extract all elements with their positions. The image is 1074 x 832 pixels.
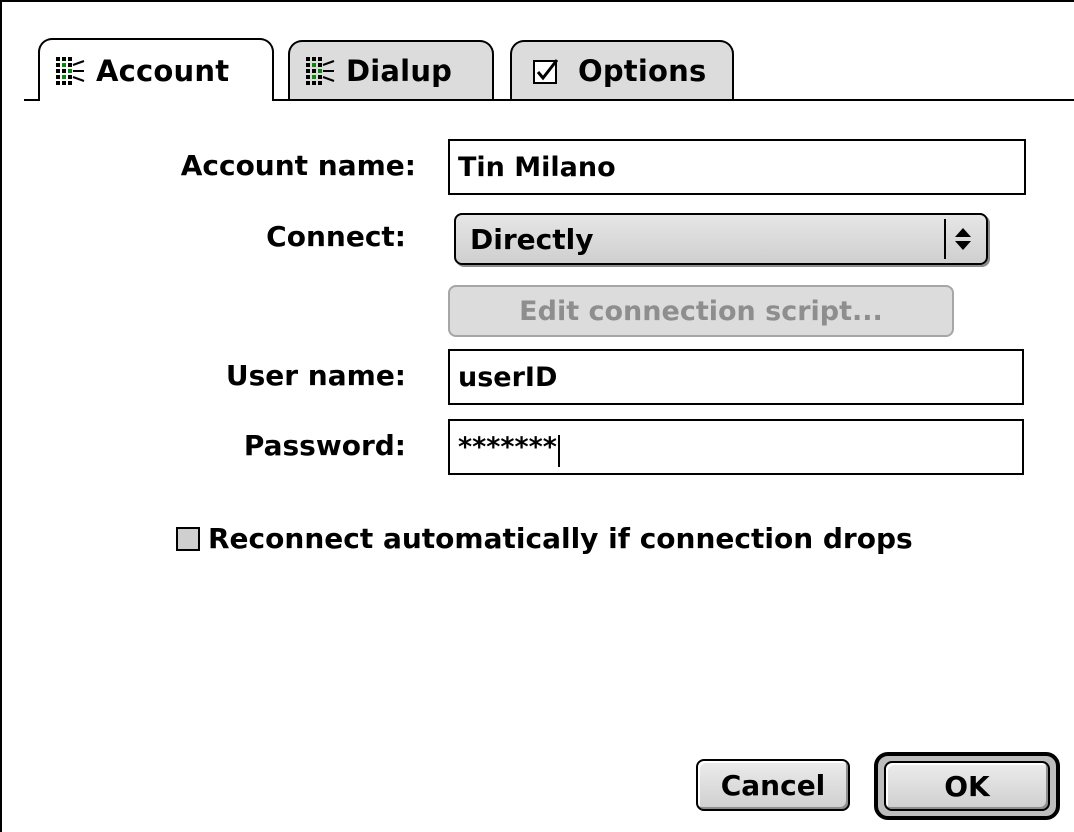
text-caret [557, 435, 560, 467]
password-value: ******* [458, 431, 557, 463]
up-down-arrows-icon [944, 219, 980, 259]
tab-dialup-label: Dialup [346, 53, 453, 88]
cancel-button[interactable]: Cancel [696, 759, 850, 811]
user-name-label: User name: [225, 359, 406, 392]
ok-button[interactable]: OK [884, 761, 1050, 811]
reconnect-label: Reconnect automatically if connection dr… [208, 522, 913, 555]
connect-selected-value: Directly [470, 222, 594, 256]
network-grid-icon [54, 54, 86, 87]
tab-options-label: Options [578, 53, 707, 88]
connect-popup[interactable]: Directly [454, 213, 988, 265]
account-name-label: Account name: [180, 149, 416, 182]
account-name-field[interactable]: Tin Milano [448, 139, 1026, 195]
connect-label: Connect: [266, 220, 406, 253]
password-label: Password: [243, 429, 406, 462]
tab-account[interactable]: Account [38, 38, 274, 101]
user-name-value: userID [458, 361, 558, 393]
network-grid-icon [304, 54, 336, 87]
account-settings-window: Account Dialup Options Account name: Tin… [0, 0, 1074, 832]
reconnect-checkbox-row[interactable]: Reconnect automatically if connection dr… [176, 522, 913, 555]
edit-connection-script-button[interactable]: Edit connection script... [448, 285, 954, 337]
tab-options[interactable]: Options [510, 40, 734, 99]
reconnect-checkbox[interactable] [176, 526, 200, 551]
password-field[interactable]: ******* [448, 419, 1024, 475]
user-name-field[interactable]: userID [448, 349, 1024, 405]
checkbox-checked-icon [532, 57, 560, 85]
tab-dialup[interactable]: Dialup [288, 40, 494, 99]
account-name-value: Tin Milano [458, 151, 616, 183]
tab-account-label: Account [96, 53, 230, 88]
